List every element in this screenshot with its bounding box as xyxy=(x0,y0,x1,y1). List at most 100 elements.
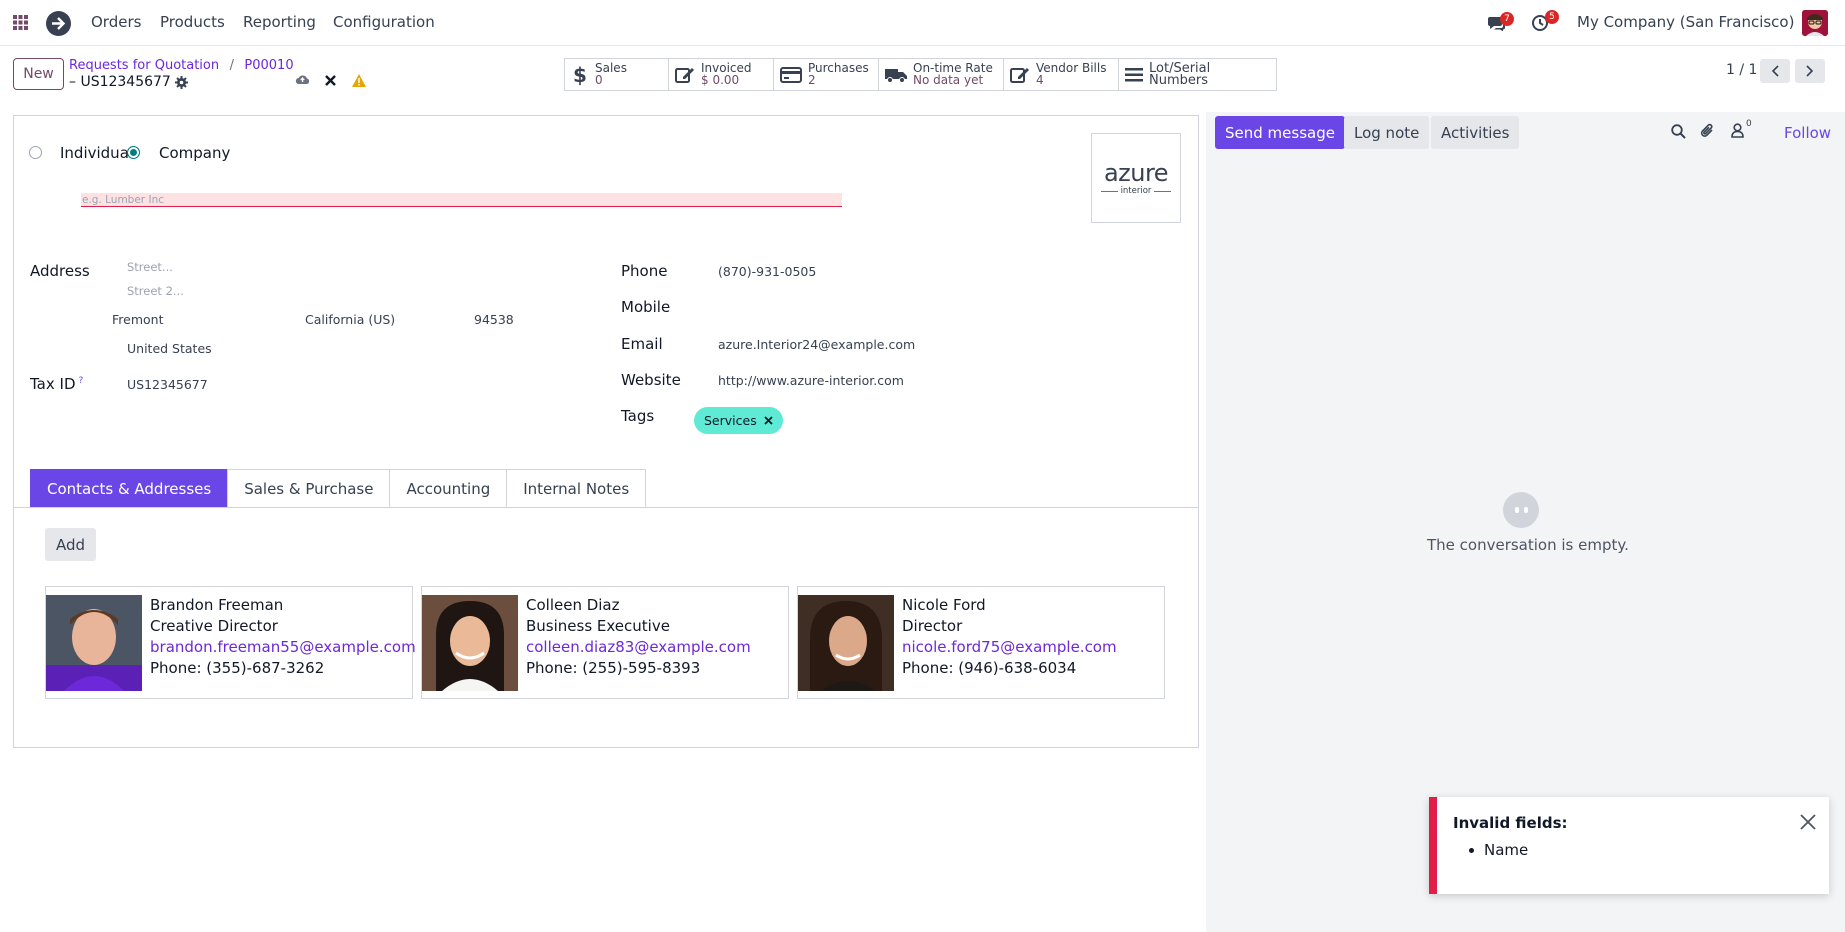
search-icon[interactable] xyxy=(1671,124,1686,139)
label-individual[interactable]: Individual xyxy=(60,144,133,162)
radio-individual[interactable] xyxy=(29,146,42,159)
contact-email[interactable]: nicole.ford75@example.com xyxy=(902,638,1117,656)
gear-icon[interactable] xyxy=(174,75,188,89)
address-label: Address xyxy=(30,262,90,280)
label-company[interactable]: Company xyxy=(159,144,230,162)
contact-phone: Phone: (946)-638-6034 xyxy=(902,659,1077,677)
smart-button-vendor-bills[interactable]: Vendor Bills 4 xyxy=(1004,59,1119,90)
app-logo-icon[interactable] xyxy=(46,11,71,36)
smart-lot-serial-label: Lot/Serial Numbers xyxy=(1149,60,1211,88)
nav-orders[interactable]: Orders xyxy=(91,13,141,31)
tab-contacts-addresses[interactable]: Contacts & Addresses xyxy=(30,469,229,507)
smart-purchases-label: Purchases xyxy=(808,61,869,75)
company-switcher[interactable]: My Company (San Francisco) xyxy=(1577,13,1794,31)
notebook-tabs: Contacts & Addresses Sales & Purchase Ac… xyxy=(30,469,647,507)
smart-sales-value: 0 xyxy=(595,73,603,87)
avatar xyxy=(46,595,142,691)
log-note-button[interactable]: Log note xyxy=(1344,116,1430,149)
tab-accounting[interactable]: Accounting xyxy=(389,469,508,507)
bars-icon xyxy=(1125,67,1143,83)
email-input[interactable]: azure.Interior24@example.com xyxy=(718,337,915,352)
paperclip-icon[interactable] xyxy=(1700,123,1715,139)
contact-phone: Phone: (255)-595-8393 xyxy=(526,659,701,677)
state-select[interactable]: California (US) xyxy=(305,312,395,327)
radio-company[interactable] xyxy=(127,146,140,159)
contact-email[interactable]: colleen.diaz83@example.com xyxy=(526,638,751,656)
pager-value[interactable]: 1 / 1 xyxy=(1726,62,1757,78)
taxid-input[interactable]: US12345677 xyxy=(127,377,208,392)
smart-button-lot-serial[interactable]: Lot/Serial Numbers xyxy=(1119,59,1276,90)
add-contact-button[interactable]: Add xyxy=(45,528,96,561)
save-cloud-icon[interactable] xyxy=(295,74,310,85)
empty-conversation-text: The conversation is empty. xyxy=(1427,536,1629,554)
smart-vendor-bills-value: 4 xyxy=(1036,73,1044,87)
activities-badge: 5 xyxy=(1545,10,1559,24)
pager-next-button[interactable] xyxy=(1795,59,1825,83)
follow-button[interactable]: Follow xyxy=(1784,124,1831,142)
empty-conversation-icon xyxy=(1503,492,1539,528)
company-logo[interactable]: azure interior xyxy=(1091,133,1181,223)
nav-products[interactable]: Products xyxy=(160,13,225,31)
smart-button-invoiced[interactable]: Invoiced $ 0.00 xyxy=(669,59,774,90)
followers-icon[interactable]: 0 xyxy=(1731,119,1752,138)
tab-sales-purchase[interactable]: Sales & Purchase xyxy=(227,469,391,507)
followers-count: 0 xyxy=(1746,119,1752,129)
smart-purchases-value: 2 xyxy=(808,73,816,87)
contact-card[interactable]: Nicole Ford Director nicole.ford75@examp… xyxy=(797,586,1165,699)
user-avatar[interactable] xyxy=(1802,10,1828,36)
taxid-help-icon[interactable]: ? xyxy=(79,376,84,386)
chevron-right-icon xyxy=(1806,65,1814,77)
contact-email[interactable]: brandon.freeman55@example.com xyxy=(150,638,416,656)
breadcrumb: Requests for Quotation / P00010 xyxy=(69,57,294,73)
smart-buttons-bar: $ Sales 0 Invoiced $ 0.00 Purchases 2 On-ti… xyxy=(564,58,1277,91)
smart-button-ontime-rate[interactable]: On-time Rate No data yet xyxy=(879,59,1004,90)
mobile-input[interactable] xyxy=(718,298,1178,316)
logo-subtext: interior xyxy=(1101,186,1171,196)
invalid-fields-toast: Invalid fields: Name xyxy=(1429,797,1829,894)
avatar xyxy=(422,595,518,691)
smart-button-sales[interactable]: $ Sales 0 xyxy=(565,59,669,90)
country-select[interactable]: United States xyxy=(127,341,212,356)
warning-icon xyxy=(352,74,366,87)
smart-vendor-bills-label: Vendor Bills xyxy=(1036,61,1107,75)
tab-internal-notes[interactable]: Internal Notes xyxy=(506,469,647,507)
activities-button[interactable]: Activities xyxy=(1431,116,1520,149)
breadcrumb-order[interactable]: P00010 xyxy=(244,58,293,73)
nav-configuration[interactable]: Configuration xyxy=(333,13,435,31)
toast-close-icon[interactable] xyxy=(1800,814,1816,830)
phone-input[interactable]: (870)-931-0505 xyxy=(718,264,816,279)
breadcrumb-rfq[interactable]: Requests for Quotation xyxy=(69,58,219,73)
smart-invoiced-value: $ 0.00 xyxy=(701,73,740,87)
smart-button-purchases[interactable]: Purchases 2 xyxy=(774,59,879,90)
city-input[interactable]: Fremont xyxy=(112,312,163,327)
nav-reporting[interactable]: Reporting xyxy=(243,13,316,31)
send-message-button[interactable]: Send message xyxy=(1215,116,1345,149)
contact-card[interactable]: Brandon Freeman Creative Director brando… xyxy=(45,586,416,699)
new-button[interactable]: New xyxy=(13,58,64,90)
company-name-input[interactable]: e.g. Lumber Inc xyxy=(81,193,842,207)
apps-menu-icon[interactable] xyxy=(13,15,28,30)
logo-text: azure xyxy=(1103,159,1169,187)
credit-card-icon xyxy=(780,66,802,83)
dollar-icon: $ xyxy=(573,62,587,87)
contact-function: Creative Director xyxy=(150,617,278,635)
toast-field-item: Name xyxy=(1469,841,1528,859)
tag-services-label: Services xyxy=(704,413,757,428)
messages-badge: 7 xyxy=(1500,12,1514,26)
street2-input[interactable]: Street 2... xyxy=(127,284,184,298)
discard-icon[interactable] xyxy=(325,75,336,86)
tabs-divider xyxy=(13,507,1199,508)
pager-previous-button[interactable] xyxy=(1760,59,1790,83)
zip-input[interactable]: 94538 xyxy=(474,312,514,327)
street-input[interactable]: Street... xyxy=(127,260,173,274)
website-input[interactable]: http://www.azure-interior.com xyxy=(718,373,904,388)
breadcrumb-separator: / xyxy=(229,58,234,73)
contact-card[interactable]: Colleen Diaz Business Executive colleen.… xyxy=(421,586,789,699)
close-icon[interactable] xyxy=(764,416,773,425)
tag-services: Services xyxy=(694,407,783,434)
avatar xyxy=(798,595,894,691)
record-title: – US12345677 xyxy=(69,74,171,90)
contact-function: Director xyxy=(902,617,963,635)
edit-icon xyxy=(1010,66,1030,84)
record-title-row: – US12345677 xyxy=(69,74,188,90)
